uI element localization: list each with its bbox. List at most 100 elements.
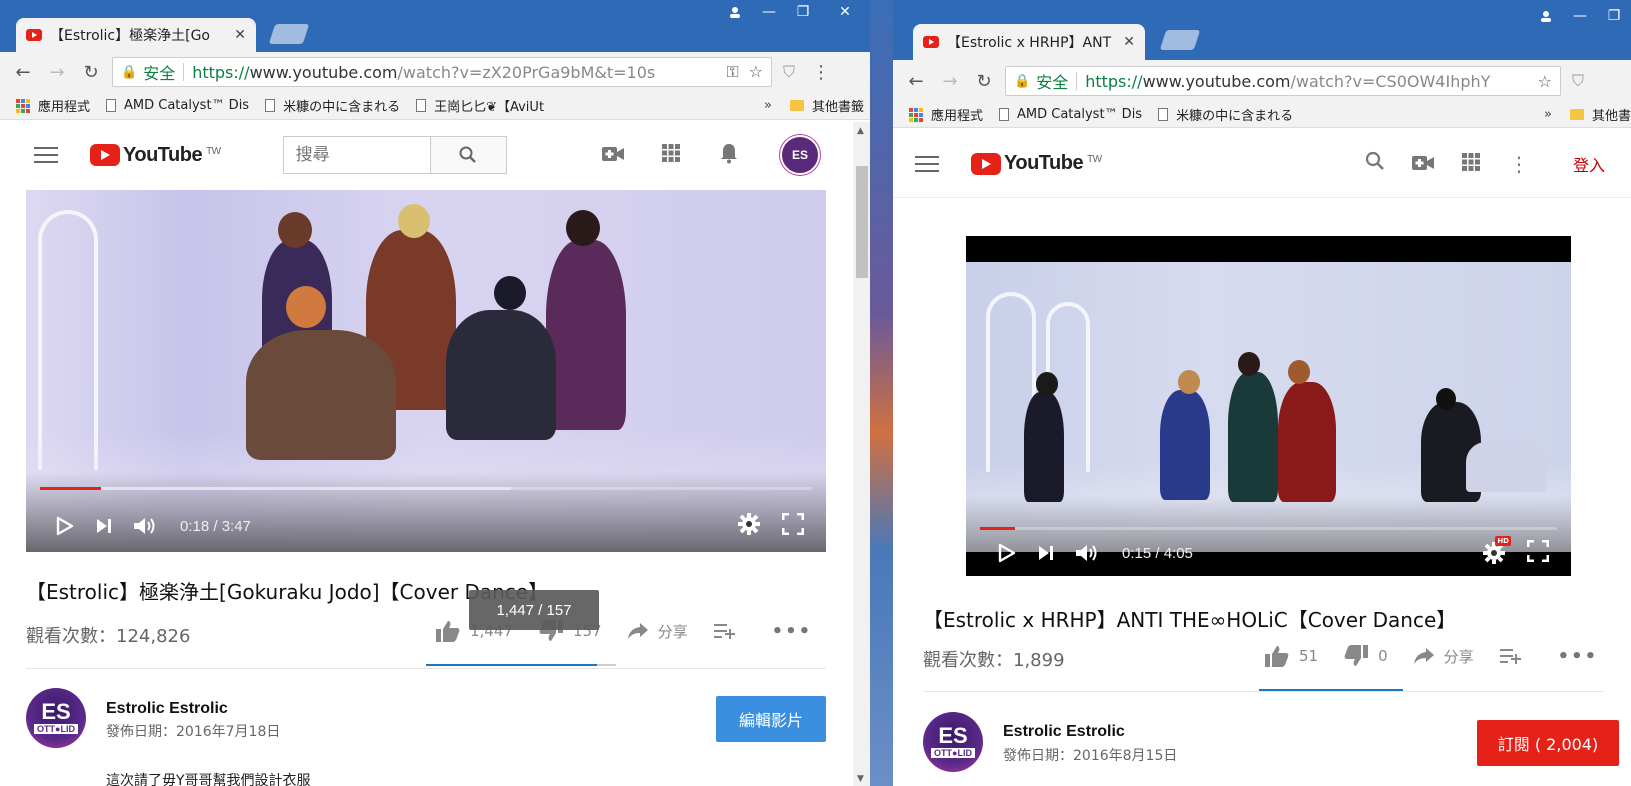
account-avatar[interactable]: ES — [780, 135, 820, 175]
search-icon[interactable] — [1351, 151, 1399, 176]
bookmark-item[interactable]: 米糠の中に含まれる — [1158, 105, 1293, 124]
share-button[interactable]: 分享 — [1413, 646, 1474, 667]
other-bookmarks[interactable]: 其他書籤 — [789, 96, 864, 115]
fullscreen-icon[interactable] — [1526, 539, 1550, 566]
dislike-button[interactable]: 0 — [1344, 645, 1388, 667]
subscribe-button[interactable]: 訂閱 ( 2,004) — [1477, 720, 1619, 766]
played-bar — [980, 527, 1016, 530]
bookmarks-overflow[interactable]: » — [764, 98, 772, 113]
menu-icon[interactable] — [915, 155, 939, 172]
page-icon — [1158, 108, 1169, 121]
page-scrollbar[interactable]: ▲ ▼ — [853, 122, 870, 786]
apps-grid-icon — [909, 107, 923, 122]
bookmark-item[interactable]: 米糠の中に含まれる — [265, 96, 400, 115]
scroll-down-icon[interactable]: ▼ — [857, 774, 864, 784]
fullscreen-icon[interactable] — [781, 512, 805, 539]
channel-avatar[interactable]: ES OTT●LID — [26, 688, 86, 748]
bookmark-item[interactable]: AMD Catalyst™ Dis — [999, 107, 1142, 122]
bookmark-item[interactable]: AMD Catalyst™ Dis — [106, 98, 249, 113]
search-button[interactable] — [430, 136, 507, 174]
share-icon — [627, 623, 648, 639]
video-player[interactable]: 0:18 / 3:47 — [26, 190, 826, 552]
scrollbar-thumb[interactable] — [856, 166, 868, 278]
bookmark-star-icon[interactable]: ☆ — [749, 62, 763, 82]
close-tab-icon[interactable]: ✕ — [1123, 34, 1135, 50]
back-arrow-icon[interactable]: ← — [6, 62, 40, 83]
forward-arrow-icon[interactable]: → — [40, 62, 74, 83]
restore-button[interactable]: ❐ — [786, 0, 820, 24]
bookmark-apps[interactable]: 應用程式 — [16, 96, 90, 115]
browser-toolbar: ← → ↻ 🔒 安全 https://www.youtube.com/watch… — [893, 60, 1631, 102]
youtube-logo[interactable]: YouTube TW — [90, 144, 221, 167]
browser-tab[interactable]: 【Estrolic x HRHP】ANT ✕ — [913, 24, 1145, 60]
settings-gear-icon[interactable] — [738, 513, 760, 539]
next-button[interactable] — [1038, 545, 1054, 561]
sofa — [1466, 442, 1546, 492]
url-path: /watch?v=CS0OW4IhphY — [1290, 71, 1491, 91]
other-bookmarks[interactable]: 其他書 — [1569, 105, 1631, 124]
close-window-button[interactable]: ✕ — [820, 0, 870, 24]
video-progress-bar[interactable] — [40, 487, 812, 490]
share-button[interactable]: 分享 — [627, 621, 688, 642]
minimize-button[interactable]: — — [1563, 4, 1597, 28]
new-tab-button[interactable] — [1159, 30, 1201, 50]
minimize-button[interactable]: — — [752, 0, 786, 24]
lock-icon: 🔒 — [121, 64, 138, 80]
profile-icon[interactable] — [1529, 4, 1563, 28]
share-icon — [1413, 648, 1434, 664]
new-tab-button[interactable] — [268, 24, 310, 44]
youtube-logo[interactable]: YouTube TW — [971, 152, 1102, 175]
like-ratio-bar — [426, 664, 616, 666]
browser-tab[interactable]: 【Estrolic】極楽浄土[Go ✕ — [16, 18, 256, 52]
volume-button[interactable] — [1076, 543, 1100, 563]
next-button[interactable] — [96, 518, 112, 534]
settings-gear-icon[interactable]: HD — [1483, 536, 1511, 564]
volume-button[interactable] — [134, 516, 158, 536]
channel-name[interactable]: Estrolic Estrolic — [106, 700, 228, 718]
like-button[interactable]: 51 — [1265, 645, 1318, 667]
reload-icon[interactable]: ↻ — [967, 71, 1001, 92]
play-button[interactable] — [56, 516, 74, 536]
page-icon — [416, 99, 427, 112]
channel-name[interactable]: Estrolic Estrolic — [1003, 723, 1125, 741]
profile-icon[interactable] — [718, 0, 752, 24]
key-icon[interactable]: ⚿ — [726, 62, 738, 82]
browser-menu-icon[interactable]: ⋮ — [806, 62, 836, 83]
apps-grid-icon[interactable] — [1447, 152, 1495, 176]
extension-shield-icon[interactable]: ⛉ — [772, 62, 806, 82]
more-vertical-icon[interactable]: ⋮ — [1495, 152, 1543, 176]
edit-video-button[interactable]: 編輯影片 — [716, 696, 826, 742]
restore-button[interactable]: ❐ — [1597, 4, 1631, 28]
bookmark-apps[interactable]: 應用程式 — [909, 105, 983, 124]
bookmark-star-icon[interactable]: ☆ — [1538, 72, 1552, 91]
menu-icon[interactable] — [34, 147, 58, 163]
extension-shield-icon[interactable]: ⛉ — [1561, 71, 1595, 91]
play-button[interactable] — [998, 543, 1016, 563]
video-progress-bar[interactable] — [980, 527, 1557, 530]
title-bar: 【Estrolic x HRHP】ANT ✕ — ❐ — [893, 0, 1631, 60]
more-actions-icon[interactable]: ••• — [772, 621, 813, 642]
view-count: 觀看次數：1,899 — [923, 650, 1065, 671]
upload-video-icon[interactable] — [584, 143, 642, 167]
address-bar[interactable]: 🔒 安全 https://www.youtube.com/watch?v=CS0… — [1005, 66, 1561, 96]
address-bar[interactable]: 🔒 安全 https://www.youtube.com/watch?v=zX2… — [112, 57, 772, 87]
add-to-playlist-button[interactable] — [1499, 648, 1532, 664]
forward-arrow-icon[interactable]: → — [933, 71, 967, 92]
notification-bell-icon[interactable] — [700, 142, 758, 169]
upload-video-icon[interactable] — [1399, 152, 1447, 176]
scroll-up-icon[interactable]: ▲ — [857, 126, 864, 136]
back-arrow-icon[interactable]: ← — [899, 71, 933, 92]
close-tab-icon[interactable]: ✕ — [234, 27, 246, 43]
add-to-playlist-button[interactable] — [713, 623, 746, 639]
more-actions-icon[interactable]: ••• — [1558, 646, 1599, 667]
bookmarks-bar: 應用程式 AMD Catalyst™ Dis 米糠の中に含まれる » 其他書 — [893, 102, 1631, 128]
video-player[interactable]: 0:15 / 4:05 HD — [966, 236, 1571, 576]
reload-icon[interactable]: ↻ — [74, 62, 108, 83]
channel-avatar[interactable]: ES OTT●LID — [923, 712, 983, 772]
bookmark-item[interactable]: 王崗匕匕❦【AviUt — [416, 96, 544, 115]
bookmarks-overflow[interactable]: » — [1544, 107, 1552, 122]
sign-in-link[interactable]: 登入 — [1573, 152, 1605, 176]
apps-grid-icon[interactable] — [642, 143, 700, 167]
lock-icon: 🔒 — [1014, 73, 1031, 89]
search-input[interactable] — [282, 136, 431, 174]
